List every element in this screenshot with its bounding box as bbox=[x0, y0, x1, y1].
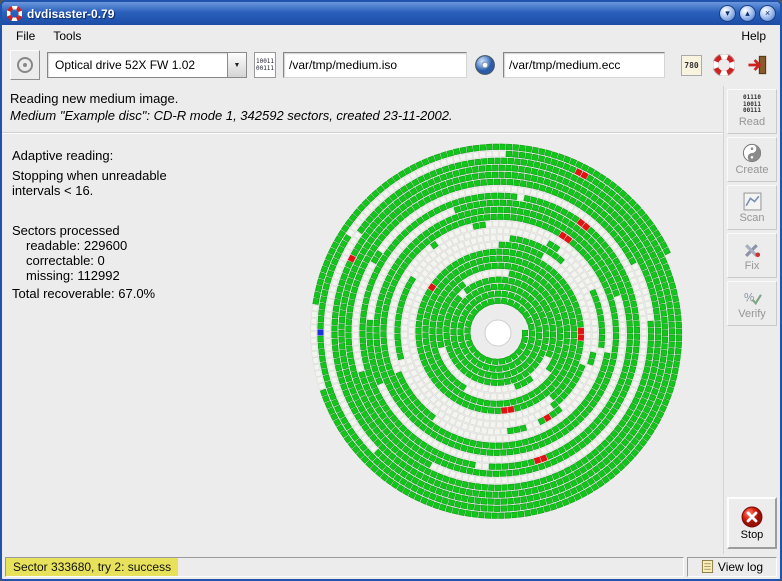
menubar: File Tools Help bbox=[2, 25, 780, 46]
read-button[interactable]: 01110 10011 00111 Read bbox=[727, 89, 777, 134]
status-panel: Sector 333680, try 2: success bbox=[5, 557, 684, 577]
scan-button[interactable]: Scan bbox=[727, 185, 777, 230]
close-button[interactable]: × bbox=[759, 5, 776, 22]
fix-button[interactable]: Fix bbox=[727, 233, 777, 278]
iso-file-icon: 10011 00111 bbox=[254, 52, 276, 78]
readable-value: 229600 bbox=[84, 238, 127, 253]
toolbar-right-group: 780 bbox=[680, 53, 772, 77]
preferences-icon: 780 bbox=[681, 55, 702, 76]
disc-spiral-visualization bbox=[288, 123, 708, 543]
stop-button[interactable]: Stop bbox=[727, 497, 777, 549]
read-icon-line3: 00111 bbox=[743, 108, 761, 115]
correctable-value: 0 bbox=[98, 253, 105, 268]
drive-combobox[interactable]: Optical drive 52X FW 1.02 ▼ bbox=[47, 52, 247, 78]
app-window: dvdisaster-0.79 ▾ ▴ × File Tools Help Op… bbox=[0, 0, 782, 581]
action-sidebar: 01110 10011 00111 Read Create Scan bbox=[723, 86, 780, 554]
scan-chart-icon bbox=[743, 192, 762, 211]
app-icon bbox=[6, 6, 22, 22]
preferences-button[interactable]: 780 bbox=[680, 54, 703, 77]
stop-icon bbox=[741, 506, 763, 528]
adaptive-reading-label: Adaptive reading: bbox=[12, 148, 274, 163]
quit-button[interactable] bbox=[745, 53, 769, 77]
readable-row: readable: 229600 bbox=[12, 238, 274, 253]
iso-path-input[interactable] bbox=[283, 52, 467, 78]
verify-button-label: Verify bbox=[738, 308, 766, 320]
sectors-processed-title: Sectors processed bbox=[12, 223, 274, 238]
scan-button-label: Scan bbox=[739, 212, 764, 224]
minimize-button[interactable]: ▾ bbox=[719, 5, 736, 22]
svg-text:%: % bbox=[744, 291, 754, 304]
maximize-button[interactable]: ▴ bbox=[739, 5, 756, 22]
read-button-label: Read bbox=[739, 116, 765, 128]
missing-row: missing: 112992 bbox=[12, 268, 274, 283]
menu-help[interactable]: Help bbox=[732, 27, 775, 45]
total-recoverable-row: Total recoverable: 67.0% bbox=[12, 286, 274, 301]
drive-select-button[interactable] bbox=[10, 50, 40, 80]
chevron-down-icon[interactable]: ▼ bbox=[227, 52, 247, 78]
ecc-path-input[interactable] bbox=[503, 52, 665, 78]
iso-icon-line2: 00111 bbox=[256, 65, 274, 72]
stopping-line-2: intervals < 16. bbox=[12, 183, 274, 198]
create-button-label: Create bbox=[735, 164, 768, 176]
window-title: dvdisaster-0.79 bbox=[27, 7, 716, 21]
view-log-button[interactable]: View log bbox=[687, 557, 777, 577]
iso-icon-line1: 10011 bbox=[256, 58, 274, 65]
verify-button[interactable]: % Verify bbox=[727, 281, 777, 326]
drive-combobox-value: Optical drive 52X FW 1.02 bbox=[47, 52, 227, 78]
stopping-line-1: Stopping when unreadable bbox=[12, 168, 274, 183]
stop-button-label: Stop bbox=[741, 529, 764, 541]
medium-info: Medium "Example disc": CD-R mode 1, 3425… bbox=[10, 108, 453, 123]
correctable-row: correctable: 0 bbox=[12, 253, 274, 268]
status-heading: Reading new medium image. bbox=[10, 91, 178, 106]
menu-tools[interactable]: Tools bbox=[44, 27, 90, 45]
fix-button-label: Fix bbox=[745, 260, 760, 272]
total-recoverable-value: 67.0% bbox=[118, 286, 155, 301]
statusbar: Sector 333680, try 2: success View log bbox=[2, 554, 780, 579]
missing-value: 112992 bbox=[77, 268, 119, 283]
verify-icon: % bbox=[743, 288, 762, 307]
reading-status-panel: Adaptive reading: Stopping when unreadab… bbox=[12, 148, 274, 301]
ecc-file-icon bbox=[474, 54, 496, 76]
log-icon bbox=[701, 559, 714, 574]
help-button[interactable] bbox=[712, 53, 736, 77]
view-log-label: View log bbox=[718, 560, 763, 574]
fix-tools-icon bbox=[743, 240, 762, 259]
lifebuoy-icon bbox=[713, 54, 735, 76]
correctable-label: correctable: bbox=[26, 253, 94, 268]
status-message: Sector 333680, try 2: success bbox=[6, 558, 178, 576]
lifebuoy-icon bbox=[7, 6, 22, 21]
readable-label: readable: bbox=[26, 238, 80, 253]
yin-yang-icon bbox=[742, 143, 762, 163]
read-icon: 01110 10011 00111 bbox=[743, 95, 761, 115]
create-button[interactable]: Create bbox=[727, 137, 777, 182]
titlebar[interactable]: dvdisaster-0.79 ▾ ▴ × bbox=[2, 2, 780, 25]
total-recoverable-label: Total recoverable: bbox=[12, 286, 115, 301]
cd-icon bbox=[474, 54, 496, 76]
drive-icon bbox=[16, 56, 34, 74]
quit-icon bbox=[746, 54, 768, 76]
missing-label: missing: bbox=[26, 268, 74, 283]
toolbar: Optical drive 52X FW 1.02 ▼ 10011 00111 … bbox=[2, 46, 780, 84]
menu-file[interactable]: File bbox=[7, 27, 44, 45]
